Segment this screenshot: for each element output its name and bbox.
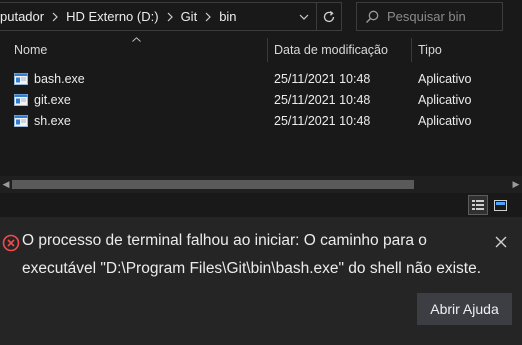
details-view-icon	[472, 200, 484, 210]
column-header-row: Nome Data de modificação Tipo	[0, 36, 522, 64]
chevron-right-icon[interactable]	[201, 3, 215, 30]
application-icon	[14, 72, 28, 85]
column-header-label: Nome	[14, 43, 48, 57]
breadcrumb-drive[interactable]: HD Externo (D:)	[62, 3, 162, 30]
breadcrumb-label: HD Externo (D:)	[66, 9, 159, 24]
breadcrumb-git[interactable]: Git	[177, 3, 202, 30]
breadcrumb-label: bin	[219, 9, 237, 24]
close-notification-button[interactable]	[492, 233, 510, 251]
file-type: Aplicativo	[418, 113, 472, 128]
file-row[interactable]: bash.exe 25/11/2021 10:48 Aplicativo	[0, 68, 505, 89]
breadcrumb-label: putador	[0, 9, 45, 24]
file-name: sh.exe	[34, 113, 71, 128]
column-header-name[interactable]: Nome	[14, 36, 47, 64]
breadcrumb-label: Git	[180, 9, 198, 24]
file-row[interactable]: git.exe 25/11/2021 10:48 Aplicativo	[0, 89, 505, 110]
file-date: 25/11/2021 10:48	[274, 92, 371, 107]
address-bar[interactable]: putador HD Externo (D:) Git bin	[0, 2, 342, 31]
sort-ascending-icon	[132, 34, 141, 45]
chevron-down-icon	[299, 14, 309, 20]
breadcrumb-computer[interactable]: putador	[0, 3, 48, 30]
file-date: 25/11/2021 10:48	[274, 113, 371, 128]
tiles-view-button[interactable]	[490, 195, 510, 215]
chevron-right-icon[interactable]	[163, 3, 177, 30]
scroll-left-icon[interactable]: ◀	[0, 176, 12, 193]
column-header-label: Tipo	[418, 43, 442, 57]
chevron-right-icon[interactable]	[48, 3, 62, 30]
error-notification: O processo de terminal falhou ao iniciar…	[0, 217, 522, 345]
notification-message: O processo de terminal falhou ao iniciar…	[22, 232, 482, 277]
close-icon	[495, 236, 507, 248]
application-icon	[14, 114, 28, 127]
search-input[interactable]	[387, 9, 497, 24]
details-view-button[interactable]	[468, 195, 488, 215]
application-icon	[14, 93, 28, 106]
view-toggle-bar	[0, 193, 522, 217]
breadcrumb-bin[interactable]: bin	[215, 3, 240, 30]
file-date: 25/11/2021 10:48	[274, 71, 371, 86]
error-icon	[2, 234, 20, 252]
refresh-button[interactable]	[316, 3, 341, 30]
file-list: bash.exe 25/11/2021 10:48 Aplicativo git…	[0, 68, 505, 131]
file-row[interactable]: sh.exe 25/11/2021 10:48 Aplicativo	[0, 110, 505, 131]
column-divider[interactable]	[267, 38, 268, 62]
file-type: Aplicativo	[418, 71, 472, 86]
column-header-type[interactable]: Tipo	[418, 36, 442, 64]
search-box[interactable]	[356, 2, 503, 31]
column-divider[interactable]	[411, 38, 412, 62]
address-dropdown-button[interactable]	[292, 3, 316, 30]
file-type: Aplicativo	[418, 92, 472, 107]
open-help-button[interactable]: Abrir Ajuda	[417, 293, 512, 325]
horizontal-scrollbar[interactable]: ◀ ▶	[0, 176, 522, 193]
scroll-right-icon[interactable]: ▶	[510, 176, 522, 193]
file-explorer: putador HD Externo (D:) Git bin Pesquisa…	[0, 0, 522, 217]
search-icon	[357, 10, 387, 24]
scrollbar-thumb[interactable]	[12, 180, 414, 189]
file-name: bash.exe	[34, 71, 85, 86]
column-header-label: Data de modificação	[274, 43, 388, 57]
column-header-date[interactable]: Data de modificação	[274, 36, 388, 64]
file-name: git.exe	[34, 92, 71, 107]
refresh-icon	[323, 10, 335, 22]
large-icons-view-icon	[493, 199, 507, 211]
